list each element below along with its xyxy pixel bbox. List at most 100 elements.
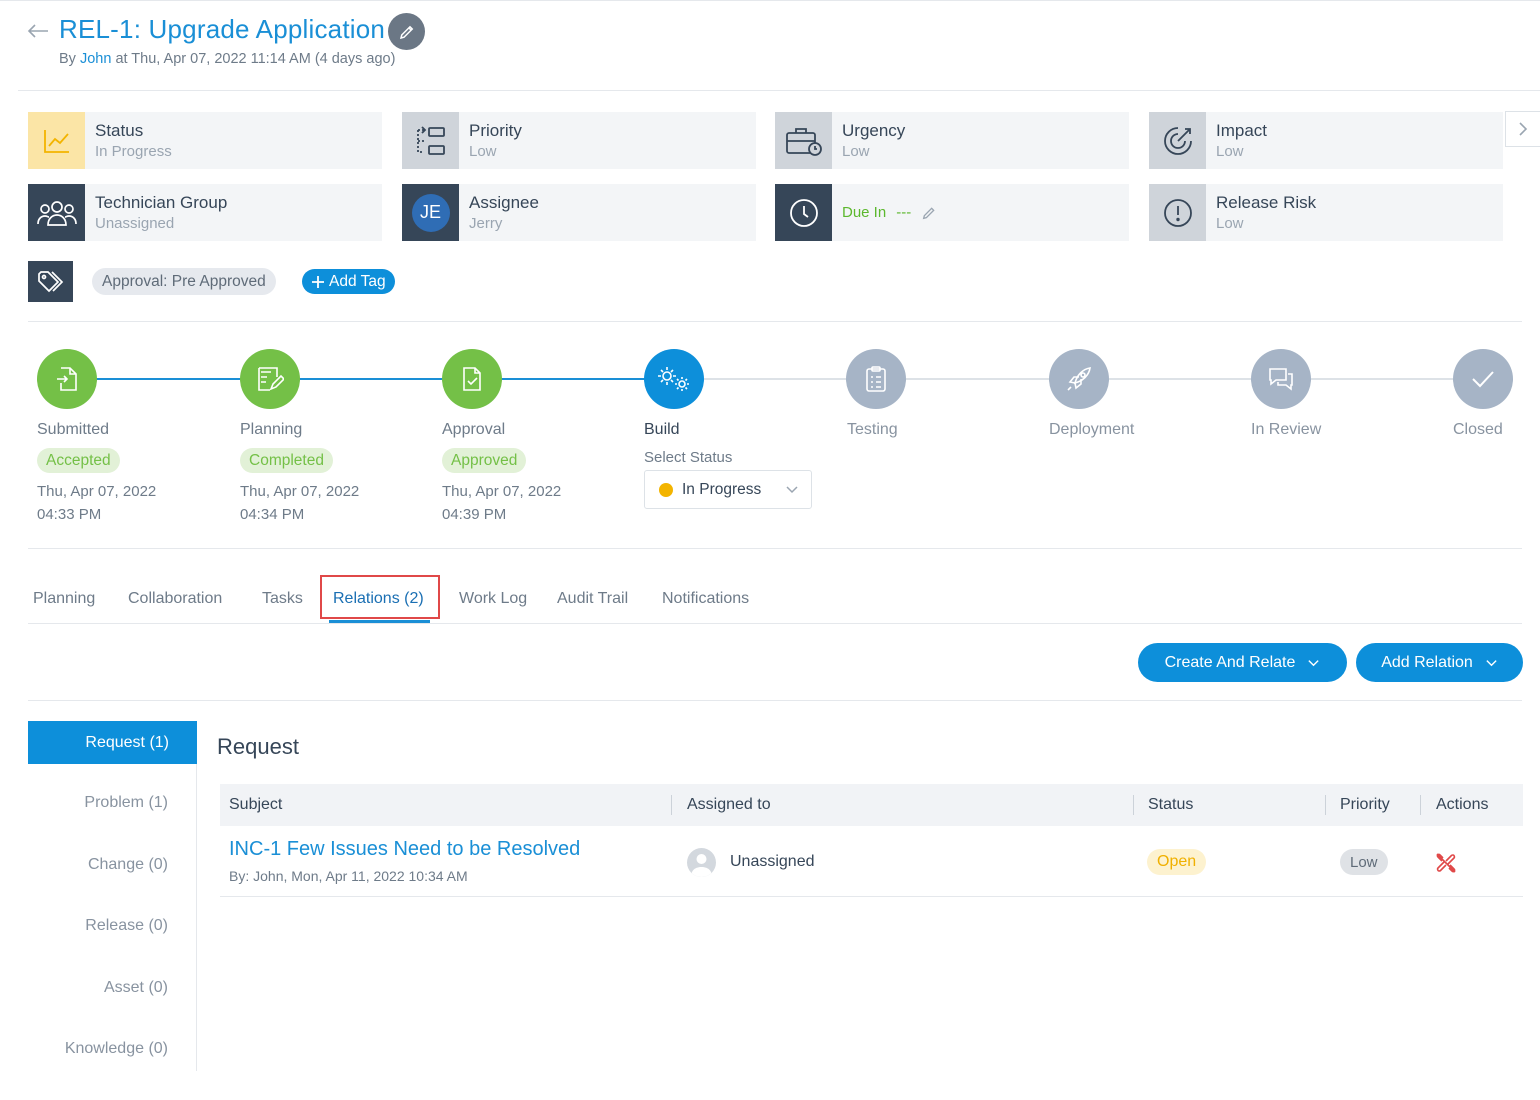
urgency-value: Low	[842, 143, 870, 160]
step-name-submitted: Submitted	[37, 421, 110, 438]
table-header: Subject Assigned to Status Priority Acti…	[220, 784, 1523, 826]
status-dot	[659, 482, 673, 497]
assignee-label: Assignee	[469, 193, 539, 212]
assigned-to-value: Unassigned	[730, 853, 815, 870]
created-info: By John at Thu, Apr 07, 2022 11:14 AM (4…	[59, 51, 395, 67]
relation-nav-request[interactable]: Request (1)	[28, 721, 197, 764]
step-submitted[interactable]	[37, 349, 97, 409]
step-build[interactable]	[644, 349, 704, 409]
tab-work-log[interactable]: Work Log	[459, 590, 527, 608]
step-name-closed: Closed	[1453, 421, 1503, 438]
relation-nav-change[interactable]: Change (0)	[88, 856, 168, 874]
plan-edit-icon	[258, 367, 284, 391]
column-header-subject[interactable]: Subject	[229, 796, 282, 814]
step-planning[interactable]	[240, 349, 300, 409]
plus-icon	[312, 275, 324, 288]
users-icon	[28, 184, 85, 241]
step-testing[interactable]	[846, 349, 906, 409]
step-approval[interactable]	[442, 349, 502, 409]
tab-tasks[interactable]: Tasks	[262, 590, 303, 608]
relation-nav-release[interactable]: Release (0)	[85, 917, 168, 935]
chevron-down-icon	[1308, 660, 1320, 667]
progress-line-complete	[67, 378, 677, 380]
created-timestamp: at Thu, Apr 07, 2022 11:14 AM (4 days ag…	[115, 51, 396, 67]
priority-label: Priority	[469, 121, 522, 140]
step-name-deployment: Deployment	[1049, 421, 1135, 438]
due-card[interactable]: Due In ---	[775, 184, 1129, 241]
assignee-avatar: JE	[411, 193, 450, 232]
file-check-icon	[463, 367, 481, 391]
pencil-icon	[399, 25, 413, 39]
step-in-review[interactable]	[1251, 349, 1311, 409]
column-header-priority[interactable]: Priority	[1340, 796, 1390, 814]
impact-card[interactable]: Impact Low	[1149, 112, 1503, 169]
status-select[interactable]: In Progress	[644, 470, 812, 509]
status-select-value: In Progress	[682, 480, 762, 498]
column-separator	[1325, 795, 1326, 815]
priority-badge: Low	[1340, 849, 1388, 875]
request-subject-link[interactable]: INC-1 Few Issues Need to be Resolved	[229, 838, 580, 861]
step-badge-planning: Completed	[240, 448, 333, 473]
author-link[interactable]: John	[80, 51, 111, 67]
priority-value: Low	[469, 143, 497, 160]
create-and-relate-label: Create And Relate	[1164, 653, 1296, 671]
status-badge: Open	[1147, 849, 1207, 875]
step-badge-submitted: Accepted	[37, 448, 120, 473]
status-card[interactable]: Status In Progress	[28, 112, 382, 169]
divider	[18, 90, 1540, 91]
column-separator	[671, 795, 672, 815]
chevron-right-icon	[1519, 122, 1528, 136]
urgency-card[interactable]: Urgency Low	[775, 112, 1129, 169]
assignee-value: Jerry	[469, 215, 503, 232]
create-and-relate-button[interactable]: Create And Relate	[1138, 643, 1347, 682]
tag-item[interactable]: Approval: Pre Approved	[92, 268, 276, 295]
tab-audit-trail[interactable]: Audit Trail	[557, 590, 628, 608]
trend-chart-icon	[28, 112, 85, 169]
unlink-icon[interactable]	[1434, 851, 1458, 875]
rocket-icon	[1067, 367, 1091, 391]
relation-nav-knowledge[interactable]: Knowledge (0)	[65, 1040, 168, 1058]
highlight-box	[320, 575, 440, 619]
add-tag-button[interactable]: Add Tag	[302, 269, 395, 294]
by-label: By	[59, 51, 76, 67]
step-time: 04:33 PM	[37, 506, 102, 523]
user-icon	[691, 854, 712, 877]
tab-notifications[interactable]: Notifications	[662, 590, 749, 608]
impact-value: Low	[1216, 143, 1244, 160]
add-relation-button[interactable]: Add Relation	[1356, 643, 1523, 682]
gears-icon	[658, 367, 689, 391]
technician-group-card[interactable]: Technician Group Unassigned	[28, 184, 382, 241]
due-label: Due In	[842, 204, 887, 221]
chat-icon	[1269, 368, 1293, 391]
step-date-approval: Thu, Apr 07, 2022 04:39 PM	[442, 480, 561, 526]
clipboard-list-icon	[866, 366, 886, 392]
edit-title-button[interactable]	[388, 13, 425, 50]
column-separator	[1133, 795, 1134, 815]
status-label: Status	[95, 121, 144, 140]
add-relation-label: Add Relation	[1381, 653, 1473, 671]
step-time: 04:34 PM	[240, 506, 305, 523]
assignee-card[interactable]: JE Assignee Jerry	[402, 184, 756, 241]
divider	[28, 623, 1522, 624]
back-arrow-icon[interactable]	[26, 19, 50, 43]
relation-nav-problem[interactable]: Problem (1)	[84, 794, 168, 812]
relation-nav-asset[interactable]: Asset (0)	[104, 979, 168, 997]
tab-planning[interactable]: Planning	[33, 590, 95, 608]
tab-collaboration[interactable]: Collaboration	[128, 590, 222, 608]
section-title: Request	[217, 734, 299, 759]
release-risk-card[interactable]: Release Risk Low	[1149, 184, 1503, 241]
exclamation-circle-icon	[1149, 184, 1206, 241]
step-closed[interactable]	[1453, 349, 1513, 409]
column-header-assigned-to[interactable]: Assigned to	[687, 796, 771, 814]
technician-group-value: Unassigned	[95, 215, 175, 232]
step-deployment[interactable]	[1049, 349, 1109, 409]
column-header-status[interactable]: Status	[1148, 796, 1193, 814]
pencil-icon[interactable]	[921, 205, 937, 221]
priority-card[interactable]: Priority Low	[402, 112, 756, 169]
target-icon	[1149, 112, 1206, 169]
priority-flow-icon	[402, 112, 459, 169]
next-cards-button[interactable]	[1505, 111, 1540, 147]
step-name-approval: Approval	[442, 421, 506, 438]
step-date: Thu, Apr 07, 2022	[240, 483, 360, 500]
step-name-in-review: In Review	[1251, 421, 1322, 438]
